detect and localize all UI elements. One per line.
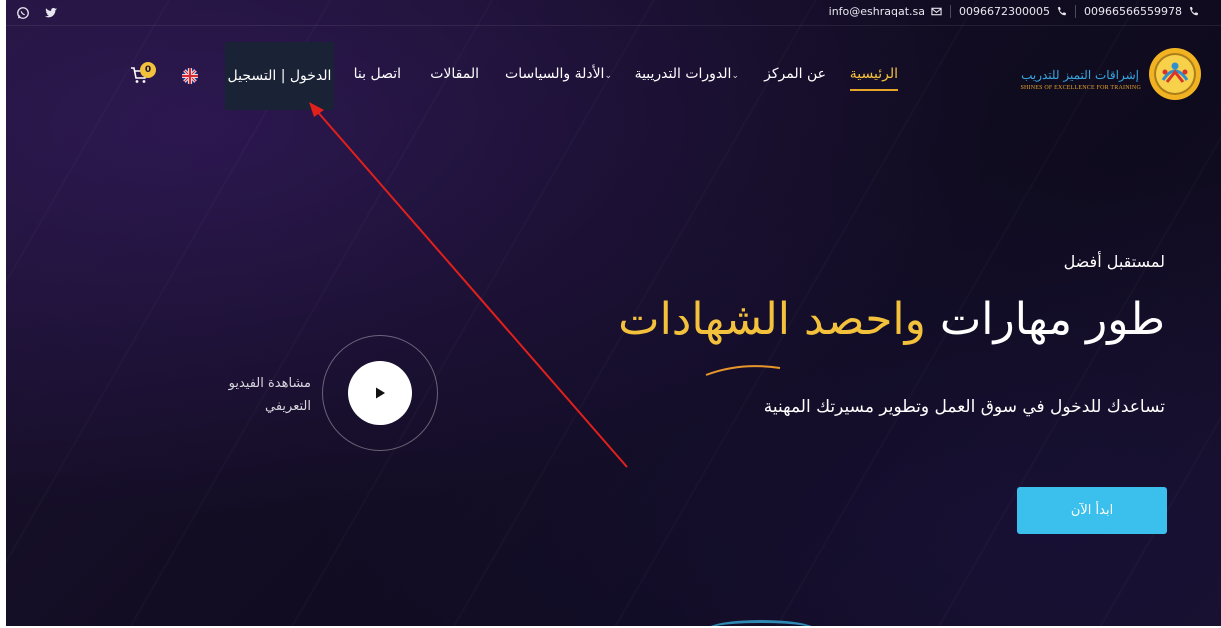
chevron-down-icon: ⌄	[731, 71, 739, 81]
uk-flag-icon[interactable]	[182, 68, 198, 84]
logo-emblem-icon	[1149, 48, 1201, 100]
nav-guides-label: الأدلة والسياسات	[505, 66, 605, 82]
contact-info: info@eshraqat.sa 0096672300005 009665665…	[821, 5, 1207, 18]
social-links	[16, 6, 58, 20]
nav-item-about[interactable]: عن المركز	[764, 66, 826, 82]
video-label[interactable]: مشاهدة الفيديو التعريفي	[191, 372, 311, 418]
video-label-line2: التعريفي	[265, 399, 311, 414]
cart-count-badge: 0	[140, 62, 156, 78]
play-icon	[376, 387, 385, 399]
phone-contact-1[interactable]: 0096672300005	[950, 5, 1075, 18]
page-frame: info@eshraqat.sa 0096672300005 009665665…	[6, 0, 1221, 626]
envelope-icon	[931, 7, 942, 16]
top-bar: info@eshraqat.sa 0096672300005 009665665…	[6, 0, 1221, 26]
nav-item-guides[interactable]: الأدلة والسياسات⌄	[505, 66, 616, 82]
hero-title-highlight: واحصد الشهادات	[618, 294, 926, 345]
phone-text-1[interactable]: 0096672300005	[959, 5, 1050, 18]
nav-courses-label: الدورات التدريبية	[634, 66, 732, 82]
hero-subtitle: لمستقبل أفضل	[1063, 252, 1165, 271]
email-contact[interactable]: info@eshraqat.sa	[821, 5, 950, 18]
twitter-icon[interactable]	[44, 6, 58, 20]
nav-item-courses[interactable]: الدورات التدريبية⌄	[635, 66, 743, 82]
video-label-line1: مشاهدة الفيديو	[228, 376, 311, 391]
main-navigation: إشراقات التميز للتدريب SHINES OF EXCELLE…	[6, 40, 1221, 112]
site-logo[interactable]: إشراقات التميز للتدريب SHINES OF EXCELLE…	[1017, 44, 1207, 106]
logo-name-ar: إشراقات التميز للتدريب	[1021, 68, 1139, 82]
phone-text-2[interactable]: 00966566559978	[1084, 5, 1182, 18]
hero-title: طور مهارات واحصد الشهادات	[618, 294, 1165, 345]
chevron-down-icon: ⌄	[604, 71, 612, 81]
nav-item-articles[interactable]: المقالات	[430, 66, 479, 82]
title-underline-swoosh	[705, 365, 781, 376]
email-text[interactable]: info@eshraqat.sa	[829, 5, 925, 18]
nav-item-home[interactable]: الرئيسية	[849, 66, 899, 91]
phone-icon	[1057, 6, 1067, 16]
login-register-button[interactable]: الدخول | التسجيل	[225, 42, 334, 110]
nav-item-contact[interactable]: اتصل بنا	[354, 66, 401, 82]
phone-contact-2[interactable]: 00966566559978	[1075, 5, 1207, 18]
play-video-button[interactable]	[348, 361, 412, 425]
hero-title-main: طور مهارات	[925, 294, 1165, 345]
whatsapp-icon[interactable]	[16, 6, 30, 20]
start-now-button[interactable]: ابدأ الآن	[1017, 487, 1167, 534]
logo-name-en: SHINES OF EXCELLENCE FOR TRAINING	[1020, 85, 1141, 91]
phone-icon	[1189, 6, 1199, 16]
hero-description: تساعدك للدخول في سوق العمل وتطوير مسيرتك…	[763, 397, 1165, 417]
